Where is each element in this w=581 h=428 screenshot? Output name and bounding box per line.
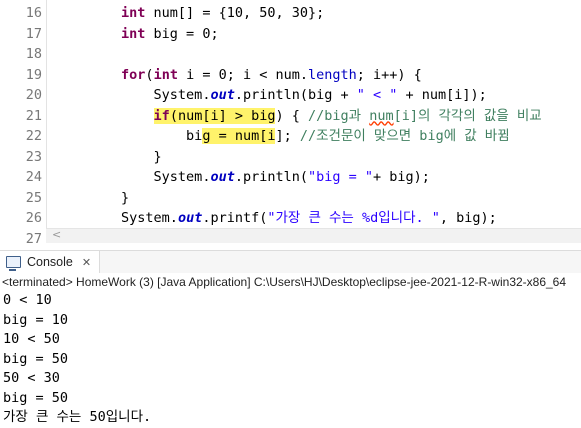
line-number-gutter: 16 17 18 19 20 21 22 23 24 25 26 27 [0,0,47,247]
code-text: .println(big + [234,87,357,103]
code-text: .printf( [202,210,268,226]
comment: [i]의 각각의 값을 비교 [393,107,542,124]
tab-console[interactable]: Console ✕ [0,251,101,273]
code-editor[interactable]: 16 17 18 19 20 21 22 23 24 25 26 27 int … [0,0,581,247]
code-text: ) { [275,107,308,124]
static-field-out: out [210,87,235,103]
code-line: int big = 0; [56,24,581,45]
console-output-line: big = 10 [3,311,69,328]
code-text: + big); [373,169,430,185]
keyword-if: if [153,107,170,124]
console-output-line: big = 50 [3,389,69,406]
close-icon[interactable]: ✕ [82,256,91,269]
comment: //조건문이 맞으면 big에 값 바뀜 [299,128,510,144]
console-output-line: 50 < 30 [3,370,60,386]
console-output-line: 0 < 10 [3,292,52,308]
code-text: ]; [275,128,300,144]
string-literal: "big = " [308,169,374,185]
comment: //big과 [308,107,370,124]
console-output-line: big = 50 [3,350,69,367]
code-line: System.out.println("big = "+ big); [56,167,581,188]
code-line: } [56,189,130,206]
line-number: 20 [25,87,42,103]
console-monitor-icon [6,256,21,271]
highlighted-occurrence: g = num[i [202,128,276,144]
code-text: System. [153,87,211,103]
console-view-header: Console ✕ [0,250,581,273]
code-text: ; i++) { [356,66,422,83]
code-line: } [56,148,162,165]
string-literal: " < " [356,87,398,103]
keyword-int: int [121,25,146,42]
keyword-int: int [121,5,146,21]
line-number: 23 [25,148,42,165]
code-text: , big); [439,210,497,226]
line-number: 24 [25,169,42,185]
code-line: System.out.println(big + " < " + num[i])… [56,85,581,106]
code-text: big = 0; [145,25,219,42]
line-number: 22 [25,128,42,144]
static-field-out: out [210,169,235,185]
code-text: num[] = {10, 50, 30}; [145,5,325,21]
line-number: 27 [25,230,42,247]
console-status-line: <terminated> HomeWork (3) [Java Applicat… [2,275,567,289]
line-number: 16 [25,5,42,21]
code-text: bi [186,128,203,144]
field-length: length [308,66,357,83]
code-line: for(int i = 0; i < num.length; i++) { [56,65,581,86]
code-line: int num[] = {10, 50, 30}; [56,3,581,24]
code-text: .println( [234,169,308,185]
spelling-squiggle: num [369,107,394,124]
keyword-int: int [153,66,178,83]
keyword-for: for [121,66,146,83]
scroll-left-icon[interactable]: < [52,228,61,241]
highlighted-occurrence: (num[i] > big [169,107,276,124]
code-text: + num[i]); [397,87,487,103]
code-line: big = num[i]; //조건문이 맞으면 big에 값 바뀜 [56,126,581,147]
code-text: System. [153,169,211,185]
code-text: System. [121,210,178,226]
code-text: i = 0; i < num. [177,66,308,83]
code-line: if(num[i] > big) { //big과 num[i]의 각각의 값을… [56,106,581,127]
code-line: System.out.printf("가장 큰 수는 %d입니다. ", big… [56,208,581,229]
line-number: 18 [25,46,42,62]
line-number: 25 [25,189,42,206]
horizontal-scrollbar[interactable]: < [46,228,581,243]
static-field-out: out [177,210,203,226]
line-number: 19 [25,66,42,83]
console-output-line: 10 < 50 [3,331,60,347]
tab-console-label: Console [27,255,73,269]
line-number: 26 [25,210,42,226]
code-text: ( [145,66,154,83]
console-output-line: 가장 큰 수는 50입니다. [3,409,152,425]
line-number: 21 [25,107,42,124]
console-output[interactable]: 0 < 10 big = 10 10 < 50 big = 50 50 < 30… [3,291,151,428]
string-literal: "가장 큰 수는 %d입니다. " [267,210,440,226]
line-number: 17 [25,25,42,42]
code-area[interactable]: int num[] = {10, 50, 30}; int big = 0; f… [56,3,581,249]
